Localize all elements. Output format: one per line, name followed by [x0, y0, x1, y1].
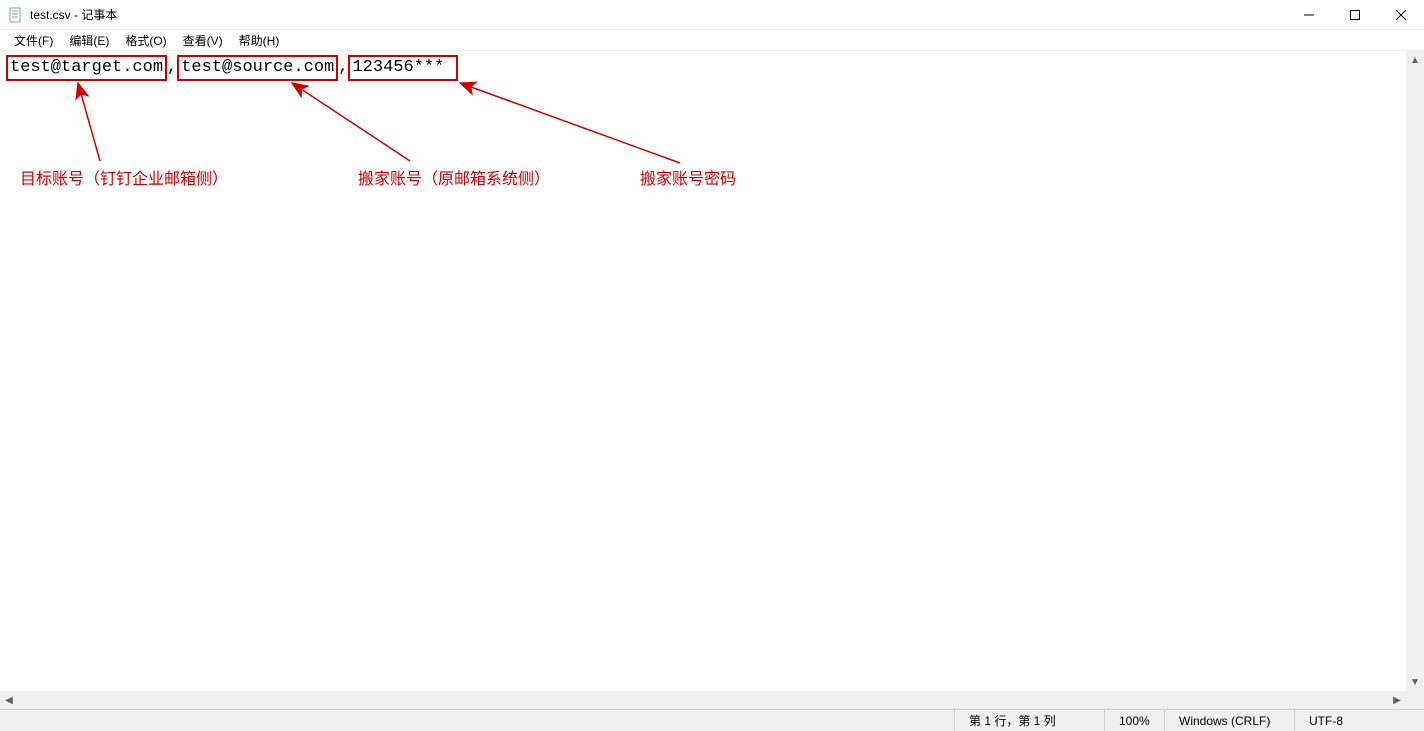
menubar: 文件(F) 编辑(E) 格式(O) 查看(V) 帮助(H): [0, 30, 1424, 51]
scroll-right-icon[interactable]: ▶: [1388, 691, 1406, 709]
csv-field-source: test@source.com: [177, 55, 338, 81]
menu-help[interactable]: 帮助(H): [231, 30, 288, 51]
annotation-source-account: 搬家账号（原邮箱系统侧）: [358, 165, 550, 189]
menu-edit[interactable]: 编辑(E): [61, 30, 117, 51]
scroll-corner: [1406, 691, 1424, 709]
csv-field-password: 123456***: [348, 55, 458, 81]
window-title: test.csv - 记事本: [30, 6, 117, 23]
status-zoom: 100%: [1104, 710, 1164, 731]
menu-format[interactable]: 格式(O): [117, 30, 174, 51]
annotation-target-account: 目标账号（钉钉企业邮箱侧）: [20, 165, 228, 189]
titlebar: test.csv - 记事本: [0, 0, 1424, 30]
csv-separator: ,: [167, 58, 177, 77]
minimize-button[interactable]: [1286, 0, 1332, 30]
horizontal-scrollbar[interactable]: ◀ ▶: [0, 691, 1406, 709]
maximize-button[interactable]: [1332, 0, 1378, 30]
status-encoding: UTF-8: [1294, 710, 1424, 731]
csv-field-target: test@target.com: [6, 55, 167, 81]
status-position: 第 1 行，第 1 列: [954, 710, 1104, 731]
statusbar: 第 1 行，第 1 列 100% Windows (CRLF) UTF-8: [0, 709, 1424, 731]
menu-view[interactable]: 查看(V): [175, 30, 231, 51]
menu-file[interactable]: 文件(F): [6, 30, 61, 51]
vertical-scrollbar[interactable]: ▲ ▼: [1406, 51, 1424, 691]
notepad-icon: [8, 7, 24, 23]
window-controls: [1286, 0, 1424, 30]
scroll-left-icon[interactable]: ◀: [0, 691, 18, 709]
status-line-ending: Windows (CRLF): [1164, 710, 1294, 731]
annotation-password: 搬家账号密码: [640, 165, 736, 189]
scroll-up-icon[interactable]: ▲: [1406, 51, 1424, 69]
scroll-down-icon[interactable]: ▼: [1406, 673, 1424, 691]
close-button[interactable]: [1378, 0, 1424, 30]
csv-separator: ,: [338, 58, 348, 77]
editor-area: test@target.com,test@source.com,123456**…: [0, 51, 1424, 709]
text-editor[interactable]: test@target.com,test@source.com,123456**…: [0, 51, 1406, 691]
